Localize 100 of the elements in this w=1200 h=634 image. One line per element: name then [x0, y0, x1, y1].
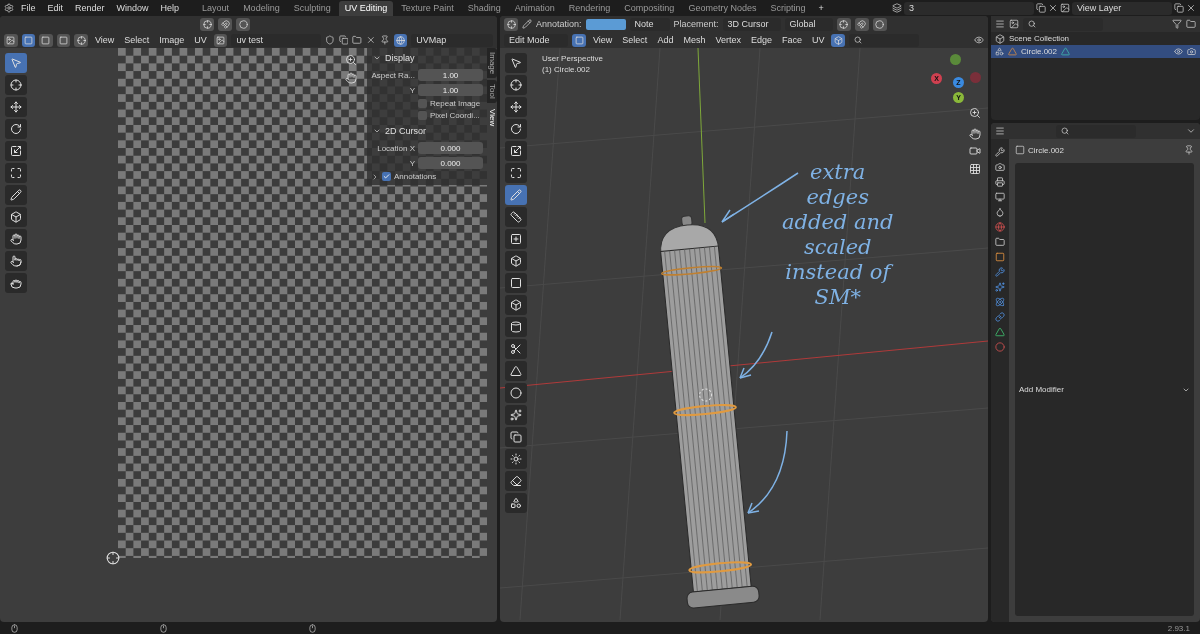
- copy-icon[interactable]: [1036, 3, 1046, 13]
- workspace-tab[interactable]: Texture Paint: [395, 0, 460, 16]
- panel-title[interactable]: 2D Cursor: [385, 126, 426, 136]
- fake-user-icon[interactable]: [325, 35, 335, 45]
- header-menu[interactable]: Image: [156, 35, 188, 45]
- pivot-dropdown[interactable]: [200, 17, 214, 31]
- expand-icon[interactable]: [371, 172, 379, 181]
- workspace-tab[interactable]: Scripting: [764, 0, 812, 16]
- physics-tab-icon[interactable]: [995, 297, 1005, 307]
- header-menu[interactable]: View: [91, 35, 118, 45]
- pin-icon[interactable]: [1184, 145, 1194, 155]
- add-cube-tool-icon[interactable]: [505, 229, 527, 249]
- annotate-tool-icon[interactable]: [505, 185, 527, 205]
- zoom-icon[interactable]: [969, 107, 981, 119]
- workspace-tab[interactable]: Shading: [461, 0, 507, 16]
- workspace-tab[interactable]: Sculpting: [287, 0, 337, 16]
- folder-icon[interactable]: [352, 35, 363, 45]
- collection-tab-icon[interactable]: [995, 237, 1005, 247]
- filter-view-icon[interactable]: [1009, 19, 1019, 29]
- collapse-icon[interactable]: [373, 127, 381, 135]
- modifier-tab-icon[interactable]: [995, 267, 1005, 277]
- checkbox[interactable]: [418, 111, 427, 120]
- header-menu[interactable]: Face: [778, 35, 805, 45]
- smooth-tool-icon[interactable]: [505, 405, 527, 425]
- face-select-toggle[interactable]: [56, 33, 71, 47]
- move-tool-icon[interactable]: [5, 97, 27, 117]
- scale-tool-icon[interactable]: [505, 141, 527, 161]
- bevel-tool-icon[interactable]: [505, 295, 527, 315]
- hand-icon[interactable]: [345, 72, 357, 84]
- render-tab-icon[interactable]: [995, 162, 1005, 172]
- new-collection-icon[interactable]: [1186, 19, 1196, 29]
- workspace-tab[interactable]: Geometry Nodes: [682, 0, 763, 16]
- extrude-tool-icon[interactable]: [505, 251, 527, 271]
- checkbox[interactable]: [382, 172, 391, 181]
- grab-tool-icon[interactable]: [5, 229, 27, 249]
- image-name-field[interactable]: uv test: [231, 33, 322, 47]
- knife-tool-icon[interactable]: [505, 339, 527, 359]
- sticky-select-dropdown[interactable]: [74, 33, 88, 47]
- add-modifier-dropdown[interactable]: Add Modifier: [1015, 163, 1194, 616]
- view-layer-tab-icon[interactable]: [995, 192, 1005, 202]
- header-menu[interactable]: UV: [808, 35, 828, 45]
- vertex-select-toggle[interactable]: [21, 33, 36, 47]
- view-layer-field[interactable]: View Layer: [1072, 1, 1172, 15]
- constraint-tab-icon[interactable]: [995, 312, 1005, 322]
- rotate-tool-icon[interactable]: [5, 119, 27, 139]
- tool-tab-icon[interactable]: [995, 147, 1005, 157]
- edit-mode-icon[interactable]: [995, 47, 1004, 56]
- menu-item[interactable]: Edit: [42, 3, 69, 13]
- panel-title[interactable]: Display: [385, 53, 415, 63]
- header-menu[interactable]: Vertex: [712, 35, 744, 45]
- edge-select-toggle[interactable]: [39, 33, 53, 47]
- edge-slide-tool-icon[interactable]: [505, 427, 527, 447]
- shear-tool-icon[interactable]: [505, 471, 527, 491]
- close-icon[interactable]: [1048, 3, 1058, 13]
- render-visibility-icon[interactable]: [1187, 47, 1196, 56]
- shading-toggle[interactable]: [831, 33, 846, 47]
- workspace-tab[interactable]: Layout: [196, 0, 236, 16]
- close-icon[interactable]: [1186, 3, 1196, 13]
- rip-tool-icon[interactable]: [5, 207, 27, 227]
- editor-type-dropdown[interactable]: [4, 33, 18, 47]
- menu-item[interactable]: File: [16, 3, 41, 13]
- header-menu[interactable]: Edge: [747, 35, 775, 45]
- panel-title[interactable]: Annotations: [394, 172, 437, 181]
- loop-cut-tool-icon[interactable]: [505, 317, 527, 337]
- sidebar-tab[interactable]: Image: [487, 48, 497, 79]
- header-menu[interactable]: UV: [191, 35, 210, 45]
- relax-tool-icon[interactable]: [5, 251, 27, 271]
- rip-region-tool-icon[interactable]: [505, 493, 527, 513]
- workspace-tab[interactable]: Animation: [508, 0, 561, 16]
- data-tab-icon[interactable]: [995, 327, 1005, 337]
- number-field[interactable]: 0.000: [418, 142, 483, 154]
- pivot-dropdown[interactable]: [836, 17, 851, 31]
- header-menu[interactable]: Add: [654, 35, 677, 45]
- move-tool-icon[interactable]: [505, 97, 527, 117]
- tool-settings-icon[interactable]: [504, 17, 518, 31]
- select-box-tool-icon[interactable]: [505, 53, 527, 73]
- transform-tool-icon[interactable]: [505, 163, 527, 183]
- header-menu[interactable]: Mesh: [680, 35, 709, 45]
- spin-tool-icon[interactable]: [505, 383, 527, 403]
- scene-icon[interactable]: [892, 3, 902, 13]
- output-tab-icon[interactable]: [995, 177, 1005, 187]
- menu-item[interactable]: Help: [155, 3, 185, 13]
- view-layer-icon[interactable]: [1060, 3, 1070, 13]
- pin-icon[interactable]: [379, 35, 390, 45]
- header-menu[interactable]: View: [590, 35, 616, 45]
- menu-item[interactable]: Render: [70, 3, 110, 13]
- workspace-tab[interactable]: Modeling: [237, 0, 286, 16]
- workspace-tab[interactable]: Rendering: [562, 0, 617, 16]
- number-field[interactable]: 0.000: [418, 157, 483, 169]
- workspace-tab[interactable]: UV Editing: [338, 0, 394, 16]
- inset-tool-icon[interactable]: [505, 273, 527, 293]
- annotate-tool-icon[interactable]: [5, 185, 27, 205]
- layer-dropdown[interactable]: Note: [629, 17, 670, 31]
- uv-map-field[interactable]: UVMap: [411, 33, 493, 47]
- filter-icon[interactable]: [1172, 19, 1182, 29]
- cursor-tool-icon[interactable]: [505, 75, 527, 95]
- scale-tool-icon[interactable]: [5, 141, 27, 161]
- orientation-dropdown[interactable]: Global: [784, 17, 833, 31]
- chevron-down-icon[interactable]: [1186, 126, 1196, 136]
- annotate-icon[interactable]: [522, 19, 532, 29]
